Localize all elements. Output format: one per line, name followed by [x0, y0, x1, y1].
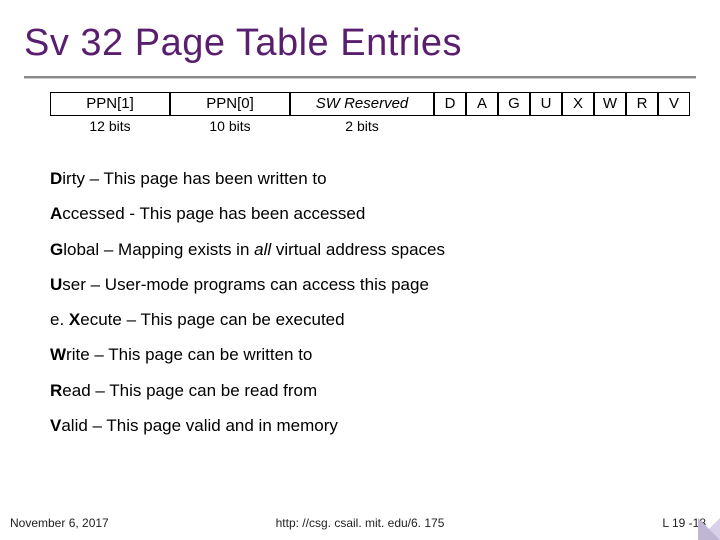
def-desc: – This page can be read from — [91, 381, 318, 400]
pte-fields-row: PPN[1] PPN[0] SW Reserved D A G U X W R … — [50, 92, 690, 116]
def-desc: - This page has been accessed — [125, 204, 366, 223]
pte-bit-v: V — [658, 92, 690, 116]
def-desc: – This page has been written to — [85, 169, 327, 188]
def-accessed: Accessed - This page has been accessed — [50, 203, 670, 224]
pte-caption-ppn1: 12 bits — [50, 118, 170, 134]
pte-bit-g: G — [498, 92, 530, 116]
def-desc: – User-mode programs can access this pag… — [86, 275, 429, 294]
def-letter: D — [50, 169, 62, 188]
def-word-pre: e. — [50, 310, 69, 329]
def-valid: Valid – This page valid and in memory — [50, 415, 670, 436]
def-letter: W — [50, 345, 66, 364]
def-word: irty — [62, 169, 85, 188]
pte-bit-a: A — [466, 92, 498, 116]
def-execute: e. Xecute – This page can be executed — [50, 309, 670, 330]
def-read: Read – This page can be read from — [50, 380, 670, 401]
pte-captions-row: 12 bits 10 bits 2 bits — [50, 118, 690, 134]
def-write: Write – This page can be written to — [50, 344, 670, 365]
def-desc: – This page can be executed — [122, 310, 345, 329]
title-underline — [24, 76, 696, 78]
def-global: Global – Mapping exists in all virtual a… — [50, 239, 670, 260]
def-letter: A — [50, 204, 62, 223]
def-word: ecute — [80, 310, 122, 329]
pte-caption-ppn0: 10 bits — [170, 118, 290, 134]
pte-field-ppn0: PPN[0] — [170, 92, 290, 116]
def-desc: – Mapping exists in — [99, 240, 254, 259]
def-desc: virtual address spaces — [271, 240, 445, 259]
def-letter: V — [50, 416, 61, 435]
pte-field-swreserved: SW Reserved — [290, 92, 434, 116]
def-word: rite — [66, 345, 90, 364]
def-word: ead — [62, 381, 90, 400]
def-desc-ital: all — [254, 240, 271, 259]
page-title: Sv 32 Page Table Entries — [24, 22, 462, 65]
def-desc: – This page valid and in memory — [88, 416, 338, 435]
pte-bit-x: X — [562, 92, 594, 116]
page-curl-fold-icon — [698, 518, 720, 540]
def-desc: – This page can be written to — [90, 345, 313, 364]
def-letter: X — [69, 310, 80, 329]
def-word: ser — [62, 275, 86, 294]
def-letter: G — [50, 240, 63, 259]
def-letter: R — [50, 381, 62, 400]
def-word: alid — [61, 416, 87, 435]
pte-bit-d: D — [434, 92, 466, 116]
def-letter: U — [50, 275, 62, 294]
def-user: User – User-mode programs can access thi… — [50, 274, 670, 295]
pte-bit-r: R — [626, 92, 658, 116]
pte-bit-w: W — [594, 92, 626, 116]
footer-link: http: //csg. csail. mit. edu/6. 175 — [0, 516, 720, 530]
def-word: lobal — [63, 240, 99, 259]
pte-caption-swres: 2 bits — [290, 118, 434, 134]
pte-field-ppn1: PPN[1] — [50, 92, 170, 116]
def-word: ccessed — [62, 204, 124, 223]
pte-diagram: PPN[1] PPN[0] SW Reserved D A G U X W R … — [50, 92, 690, 134]
def-dirty: Dirty – This page has been written to — [50, 168, 670, 189]
pte-bit-u: U — [530, 92, 562, 116]
slide: Sv 32 Page Table Entries PPN[1] PPN[0] S… — [0, 0, 720, 540]
definitions-list: Dirty – This page has been written to Ac… — [50, 168, 670, 450]
